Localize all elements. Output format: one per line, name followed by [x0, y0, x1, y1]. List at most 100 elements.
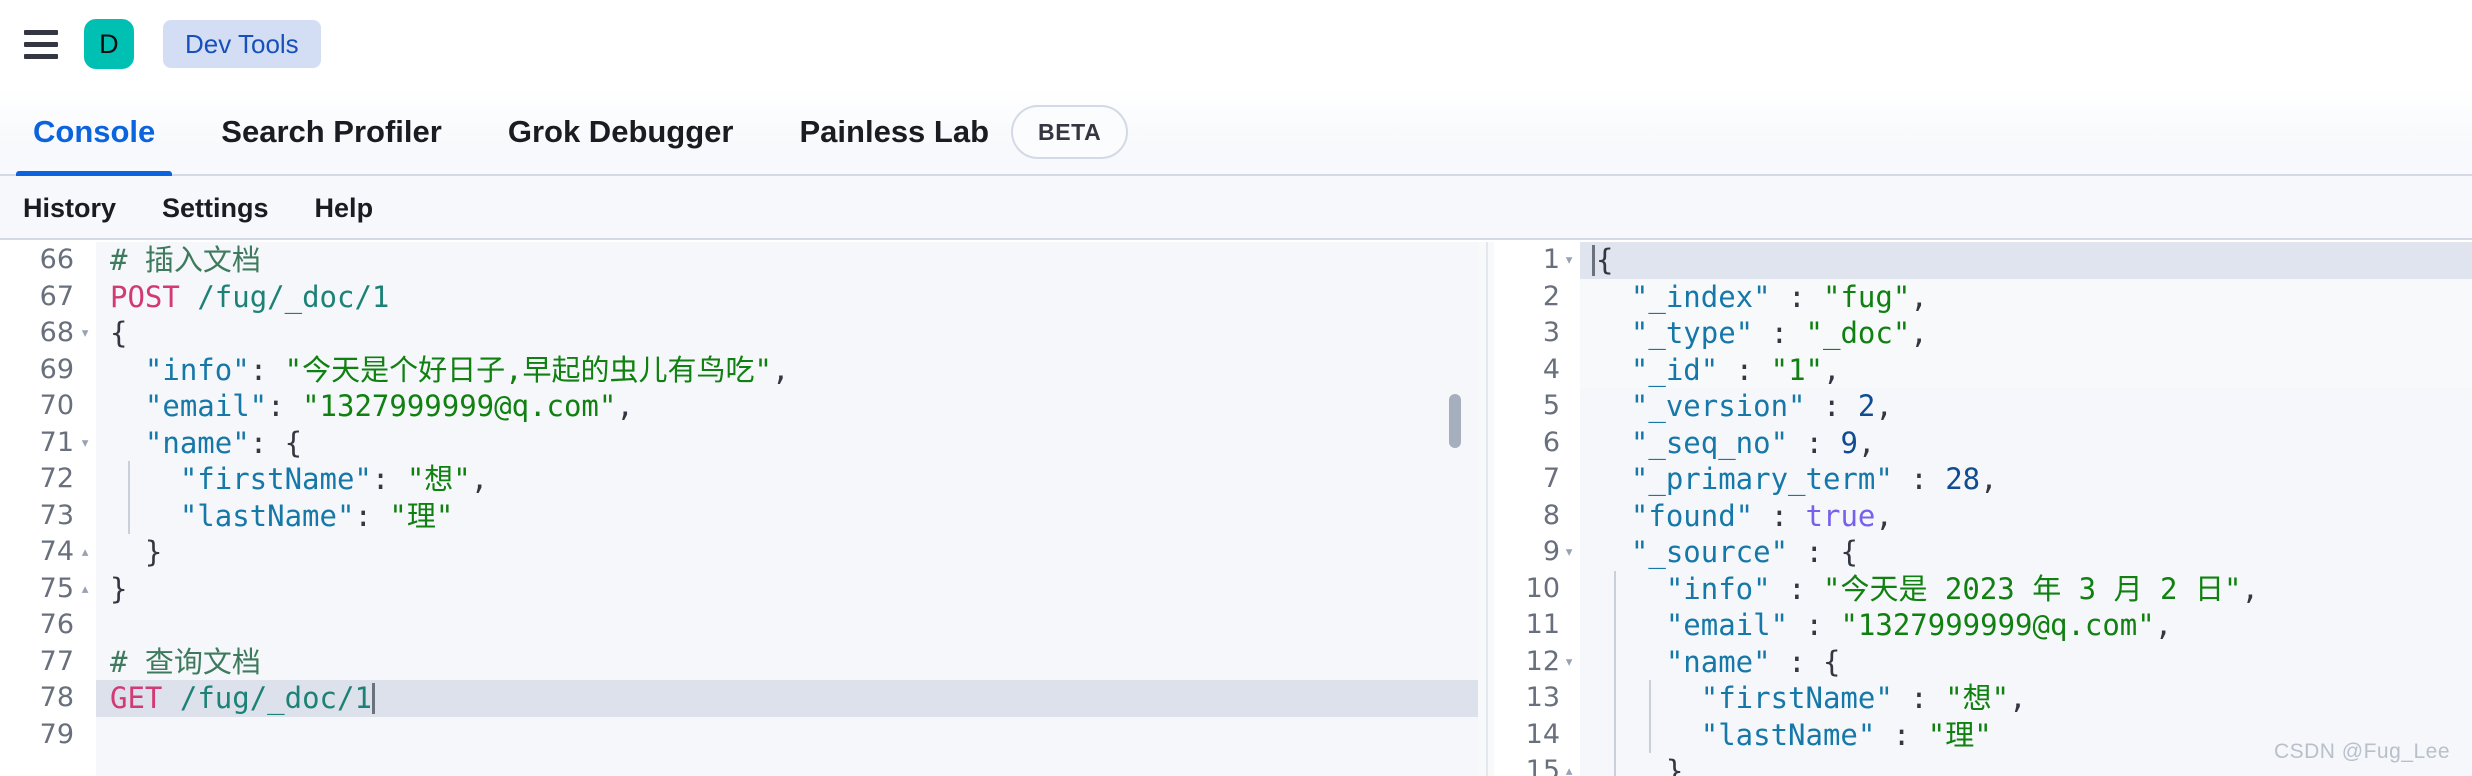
menu-item-history[interactable]: History: [0, 193, 139, 224]
tab-strip: Console Search Profiler Grok Debugger Pa…: [0, 88, 2472, 176]
token-punct: }: [110, 571, 128, 606]
menu-item-help[interactable]: Help: [292, 193, 397, 224]
pane-divider[interactable]: [1478, 242, 1494, 776]
code-line[interactable]: 12 ▾ "name" : {: [1494, 643, 2472, 681]
code-line[interactable]: 71 ▾ "name": {: [0, 424, 1478, 462]
code-line-text: # 查询文档: [110, 644, 261, 681]
code-line[interactable]: 5 "_version" : 2,: [1494, 388, 2472, 425]
token-str: "1327999999@q.com": [1840, 608, 2155, 642]
token-key: "_primary_term": [1596, 462, 1893, 496]
scrollbar-thumb[interactable]: [1449, 394, 1461, 448]
code-line[interactable]: 4 "_id" : "1",: [1494, 351, 2472, 389]
console-toolbar: History Settings Help: [0, 176, 2472, 240]
response-pane[interactable]: 1 ▾{2 "_index" : "fug", 3 "_type" : "_doc"…: [1494, 242, 2472, 776]
code-line-text: "_seq_no" : 9,: [1596, 425, 1875, 462]
tab-label: Painless Lab: [799, 114, 990, 149]
fold-collapse-icon[interactable]: ▾: [80, 425, 96, 462]
code-line-text: "_primary_term" : 28,: [1596, 461, 1998, 498]
token-punct: :: [267, 389, 303, 423]
code-line[interactable]: 70 "email": "1327999999@q.com",: [0, 388, 1478, 425]
code-line[interactable]: 11 "email" : "1327999999@q.com",: [1494, 607, 2472, 644]
code-line[interactable]: 2 "_index" : "fug",: [1494, 278, 2472, 315]
code-line[interactable]: 10 "info" : "今天是 2023 年 3 月 2 日",: [1494, 570, 2472, 607]
tab-grok-debugger[interactable]: Grok Debugger: [475, 88, 767, 176]
code-line-bg: [96, 242, 1478, 279]
code-line[interactable]: 67 POST /fug/_doc/1: [0, 278, 1478, 315]
line-number: 70: [39, 390, 74, 421]
line-number: 73: [39, 499, 74, 531]
code-line-text: "_id" : "1",: [1596, 352, 1841, 389]
fold-expand-icon[interactable]: ▴: [1564, 753, 1580, 776]
tab-painless-lab[interactable]: Painless Lab BETA: [767, 88, 1139, 176]
code-line[interactable]: 74 ▴ }: [0, 534, 1478, 571]
code-line[interactable]: 7 "_primary_term" : 28,: [1494, 461, 2472, 498]
token-num: 9: [1840, 425, 1858, 460]
token-key: "_id": [1596, 352, 1719, 387]
menu-item-settings[interactable]: Settings: [139, 193, 292, 224]
dev-tools-console-page: D Dev Tools Console Search Profiler Grok…: [0, 0, 2472, 776]
token-num: 28: [1945, 462, 1981, 496]
token-comment: # 插入文档: [110, 243, 261, 277]
fold-collapse-icon[interactable]: ▾: [1564, 242, 1580, 279]
code-line[interactable]: 75 ▴}: [0, 570, 1478, 608]
token-punct: ,: [1857, 425, 1876, 460]
token-str: "fug": [1823, 279, 1911, 314]
avatar[interactable]: D: [84, 19, 134, 69]
code-line[interactable]: 9 ▾ "_source" : {: [1494, 534, 2472, 571]
fold-collapse-icon[interactable]: ▾: [1564, 534, 1580, 571]
code-line-text: }: [1596, 753, 1683, 776]
hamburger-bar: [24, 41, 58, 47]
token-method: GET: [110, 681, 163, 715]
app-header: D Dev Tools: [0, 0, 2472, 88]
code-line[interactable]: 78 GET /fug/_doc/1: [0, 680, 1478, 717]
code-line[interactable]: 68 ▾ {: [0, 315, 1478, 352]
token-num: 2: [1857, 389, 1876, 423]
tab-console[interactable]: Console: [0, 88, 188, 176]
code-line[interactable]: 77 # 查询文档: [0, 643, 1478, 681]
request-scrollbar[interactable]: [1447, 242, 1463, 776]
code-line[interactable]: 66 # 插入文档: [0, 242, 1478, 279]
code-line[interactable]: 6 "_seq_no" : 9,: [1494, 424, 2472, 462]
token-key: "email": [1596, 608, 1789, 642]
code-line-text: GET /fug/_doc/1: [110, 680, 375, 717]
breadcrumb[interactable]: Dev Tools: [163, 20, 321, 68]
token-key: "found": [1596, 498, 1754, 533]
code-line[interactable]: 73 "lastName": "理": [0, 497, 1478, 534]
code-line[interactable]: 8 "found" : true,: [1494, 497, 2472, 534]
token-punct: ,: [1910, 316, 1928, 350]
code-line[interactable]: 72 "firstName": "想",: [0, 461, 1478, 498]
token-punct: :: [1892, 462, 1946, 496]
tab-label: Search Profiler: [221, 114, 442, 149]
line-number: 5: [1542, 390, 1560, 421]
request-editor-pane[interactable]: 66 # 插入文档 67 POST /fug/_doc/1 68 ▾{69 "info":…: [0, 242, 1478, 776]
token-str: "_doc": [1805, 316, 1911, 350]
fold-collapse-icon[interactable]: ▾: [80, 315, 96, 352]
hamburger-menu-icon[interactable]: [14, 17, 68, 71]
code-line[interactable]: 3 "_type" : "_doc",: [1494, 315, 2472, 352]
code-line[interactable]: 76: [0, 607, 1478, 644]
token-punct: :: [1770, 571, 1823, 606]
line-number: 15: [1525, 755, 1560, 776]
watermark: CSDN @Fug_Lee: [2273, 740, 2450, 763]
code-line[interactable]: 79: [0, 716, 1478, 753]
code-line-text: "_type" : "_doc",: [1596, 315, 1928, 352]
token-punct: : {: [1788, 535, 1858, 569]
line-number: 72: [39, 463, 74, 494]
code-line[interactable]: 13 "firstName" : "想",: [1494, 680, 2472, 717]
code-line[interactable]: 1 ▾ {: [1494, 242, 2472, 279]
code-line[interactable]: 69 "info": "今天是个好日子,早起的虫儿有鸟吃",: [0, 351, 1478, 388]
fold-expand-icon[interactable]: ▴: [80, 534, 96, 571]
request-code[interactable]: 66 # 插入文档 67 POST /fug/_doc/1 68 ▾{69 "info":…: [0, 242, 1478, 776]
tab-search-profiler[interactable]: Search Profiler: [188, 88, 475, 176]
fold-expand-icon[interactable]: ▴: [80, 571, 96, 608]
code-line-bg: [1580, 242, 2472, 279]
fold-collapse-icon[interactable]: ▾: [1564, 644, 1580, 681]
token-url: /fug/_doc/1: [179, 681, 372, 715]
token-punct: :: [1753, 316, 1806, 350]
line-number: 8: [1542, 499, 1560, 531]
response-code[interactable]: 1 ▾{2 "_index" : "fug", 3 "_type" : "_doc"…: [1494, 242, 2472, 776]
token-punct: :: [1788, 608, 1841, 642]
line-number: 4: [1542, 353, 1560, 385]
token-punct: :: [354, 498, 390, 533]
token-str: "理": [1927, 717, 1992, 752]
